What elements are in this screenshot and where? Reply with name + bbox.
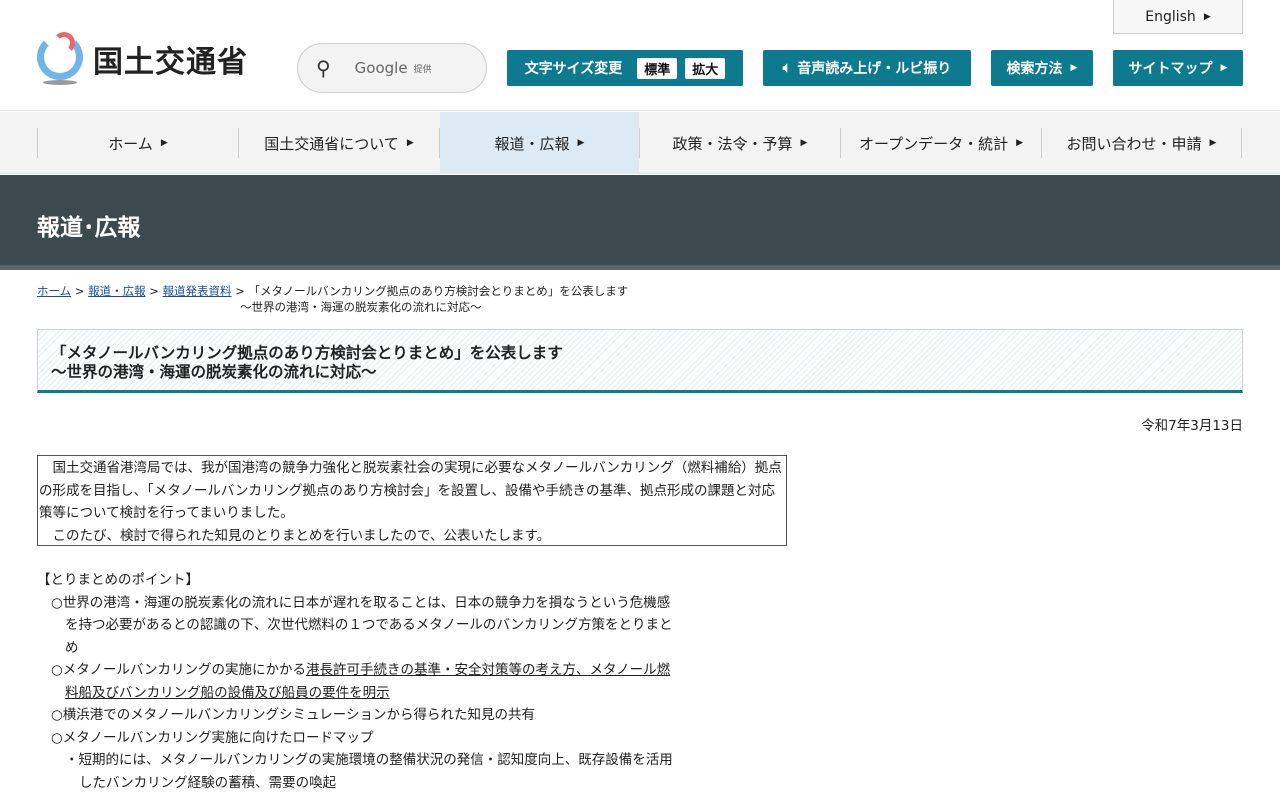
speaker-icon: 🔈︎	[782, 60, 792, 76]
nav-label: お問い合わせ・申請	[1066, 134, 1202, 153]
points-heading: 【とりまとめのポイント】	[37, 572, 199, 588]
breadcrumb-home[interactable]: ホーム	[37, 284, 71, 298]
logo-mark-icon	[37, 32, 85, 86]
point-item: ○メタノールバンカリングの実施にかかる港長許可手続きの基準・安全対策等の考え方、…	[37, 659, 677, 704]
arrow-right-icon: ▶	[1220, 63, 1228, 73]
arrow-right-icon: ▶	[160, 138, 168, 148]
breadcrumb-release[interactable]: 報道発表資料	[163, 284, 232, 298]
arrow-right-icon: ▶	[1016, 138, 1024, 148]
nav-about[interactable]: 国土交通省について ▶	[239, 112, 439, 174]
section-banner: 報道･広報	[0, 175, 1280, 270]
sitemap-label: サイトマップ	[1128, 61, 1213, 77]
logo-text: 国土交通省	[93, 45, 248, 80]
section-title: 報道･広報	[37, 215, 141, 241]
title-line-2: ～世界の港湾・海運の脱炭素化の流れに対応～	[51, 363, 377, 381]
nav-press[interactable]: 報道・広報 ▶	[440, 112, 639, 174]
arrow-right-icon: ▶	[1203, 11, 1211, 22]
title-line-1: 「メタノールバンカリング拠点のあり方検討会とりまとめ」を公表します	[51, 344, 563, 362]
font-size-label: 文字サイズ変更	[524, 61, 623, 77]
point-text: ○メタノールバンカリングの実施にかかる	[51, 662, 307, 678]
site-header: 国土交通省 ⚲ Google 提供 文字サイズ変更 標準 拡大 🔈︎ 音声読み上げ…	[0, 0, 1280, 111]
point-subitem: ・短期的には、メタノールバンカリングの実施環境の整備状況の発信・認知度向上、既存…	[65, 752, 673, 791]
lead-paragraph: 国土交通省港湾局では、我が国港湾の競争力強化と脱炭素社会の実現に必要なメタノール…	[39, 460, 782, 521]
nav-label: 政策・法令・予算	[672, 134, 793, 153]
search-box[interactable]: ⚲ Google 提供	[297, 43, 487, 93]
mlit-logo[interactable]: 国土交通省	[37, 32, 248, 86]
read-aloud-button[interactable]: 🔈︎ 音声読み上げ・ルビ振り	[763, 50, 971, 86]
arrow-right-icon: ▶	[800, 138, 808, 148]
breadcrumb-current-sub: ～世界の港湾・海運の脱炭素化の流れに対応～	[240, 300, 482, 314]
breadcrumb-current: 「メタノールバンカリング拠点のあり方検討会とりまとめ」を公表します	[248, 284, 629, 298]
nav-home[interactable]: ホーム ▶	[38, 112, 238, 174]
arrow-right-icon: ▶	[406, 138, 414, 148]
english-link[interactable]: English ▶	[1113, 0, 1243, 34]
nav-label: ホーム	[108, 134, 153, 153]
arrow-right-icon: ▶	[577, 138, 585, 148]
point-item: ○横浜港でのメタノールバンカリングシミュレーションから得られた知見の共有	[51, 707, 536, 723]
search-method-button[interactable]: 検索方法 ▶	[991, 50, 1093, 86]
search-icon[interactable]: ⚲	[316, 56, 331, 80]
lead-box: 国土交通省港湾局では、我が国港湾の競争力強化と脱炭素社会の実現に必要なメタノール…	[37, 455, 787, 546]
breadcrumb-press[interactable]: 報道・広報	[88, 284, 146, 298]
nav-contact[interactable]: お問い合わせ・申請 ▶	[1042, 112, 1241, 174]
provided-label: 提供	[413, 64, 432, 75]
arrow-right-icon: ▶	[1070, 63, 1078, 73]
nav-label: 報道・広報	[494, 134, 570, 153]
english-label: English	[1145, 8, 1196, 25]
search-method-label: 検索方法	[1006, 61, 1063, 77]
breadcrumb: ホーム > 報道・広報 > 報道発表資料 > 「メタノールバンカリング拠点のあり…	[37, 284, 629, 314]
point-item: ○メタノールバンカリング実施に向けたロードマップ	[51, 729, 374, 746]
font-standard-button[interactable]: 標準	[637, 57, 678, 79]
nav-opendata[interactable]: オープンデータ・統計 ▶	[841, 112, 1041, 174]
read-aloud-label: 音声読み上げ・ルビ振り	[797, 61, 952, 77]
font-large-button[interactable]: 拡大	[685, 57, 726, 79]
arrow-right-icon: ▶	[1209, 138, 1217, 148]
global-nav: ホーム ▶ 国土交通省について ▶ 報道・広報 ▶ 政策・法令・予算 ▶ オープンデータ…	[0, 112, 1280, 174]
nav-label: オープンデータ・統計	[858, 134, 1009, 153]
google-label: Google	[354, 59, 408, 77]
article-title: 「メタノールバンカリング拠点のあり方検討会とりまとめ」を公表します ～世界の港湾…	[37, 329, 1243, 393]
point-item: ○世界の港湾・海運の脱炭素化の流れに日本が遅れを取ることは、日本の競争力を損なう…	[51, 594, 673, 656]
nav-label: 国土交通省について	[264, 134, 399, 153]
nav-policy[interactable]: 政策・法令・予算 ▶	[640, 112, 840, 174]
publish-date: 令和7年3月13日	[1141, 418, 1243, 434]
sitemap-button[interactable]: サイトマップ ▶	[1113, 50, 1243, 86]
lead-paragraph: このたび、検討で得られた知見のとりまとめを行いましたので、公表いたします。	[39, 527, 551, 544]
key-points: 【とりまとめのポイント】 ○世界の港湾・海運の脱炭素化の流れに日本が遅れを取るこ…	[37, 569, 677, 794]
font-size-control: 文字サイズ変更 標準 拡大	[507, 50, 743, 86]
